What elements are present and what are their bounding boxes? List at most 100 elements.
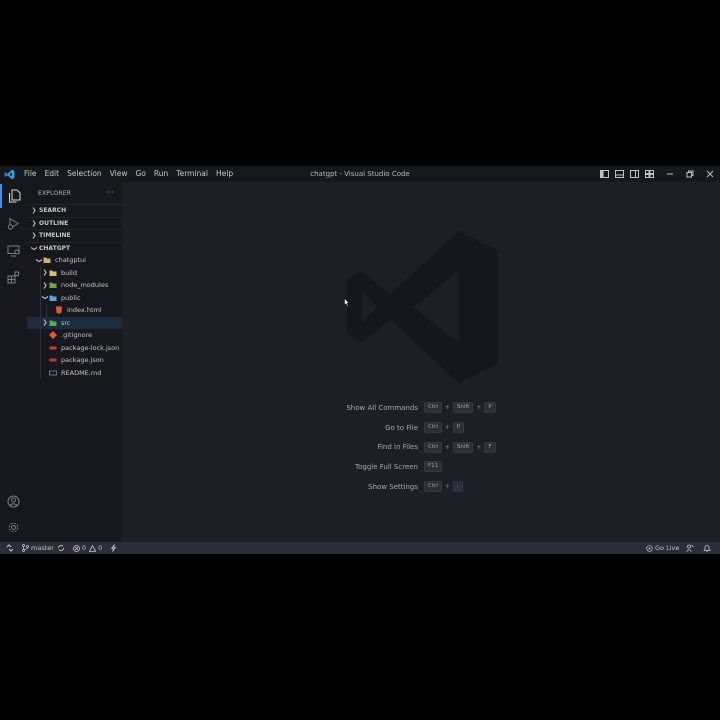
shortcut-label: Toggle Full Screen	[355, 462, 418, 471]
remote-indicator[interactable]	[0, 542, 20, 554]
git-branch[interactable]: master	[22, 542, 54, 554]
indent-guide	[40, 354, 41, 367]
shortcut-keys: Ctrl + P	[424, 422, 465, 434]
folder-public-icon	[49, 295, 57, 301]
key-cap: ,	[452, 481, 463, 493]
chevron-right-icon: ❯	[42, 281, 48, 289]
section-label: OUTLINE	[39, 219, 69, 227]
toggle-panel-icon[interactable]	[614, 169, 624, 179]
section-workspace[interactable]: ❯ CHATGPT	[27, 241, 122, 255]
tree-item-public[interactable]: ❯ public	[27, 291, 122, 304]
section-label: TIMELINE	[39, 232, 71, 240]
menu-edit[interactable]: Edit	[41, 166, 64, 182]
tree-item-gitignore[interactable]: .gitignore	[27, 329, 122, 342]
menu-help[interactable]: Help	[212, 166, 237, 182]
menu-selection[interactable]: Selection	[63, 166, 106, 182]
section-search[interactable]: ❯ SEARCH	[27, 204, 122, 217]
chevron-right-icon: ❯	[42, 269, 48, 277]
key-cap: P	[452, 422, 465, 434]
section-outline[interactable]: ❯ OUTLINE	[27, 216, 122, 230]
shortcut-show-settings: Show Settings Ctrl + ,	[122, 477, 720, 497]
npm-file-icon	[49, 346, 57, 350]
tree-item-label: package.json	[61, 356, 104, 365]
key-cap: Shift	[452, 441, 474, 453]
tree-item-label: package-lock.json	[61, 343, 120, 352]
window-controls	[660, 166, 720, 182]
warning-count: 0	[98, 544, 103, 552]
sync-button[interactable]	[57, 542, 65, 554]
file-tree: ❯ chatgptui ❯ build ❯ node_modules ❯ pub…	[27, 254, 122, 379]
tree-item-package-lock-json[interactable]: package-lock.json	[27, 341, 122, 354]
extensions-icon[interactable]	[0, 265, 27, 289]
restore-icon[interactable]	[680, 166, 700, 182]
go-live-label: Go Live	[655, 544, 680, 552]
menu-go[interactable]: Go	[131, 166, 149, 182]
shortcut-find-in-files: Find in Files Ctrl + Shift + F	[122, 437, 720, 457]
tree-item-package-json[interactable]: package.json	[27, 354, 122, 367]
tree-item-label: index.html	[67, 306, 102, 315]
shortcut-toggle-full-screen: Toggle Full Screen F11	[122, 457, 720, 477]
menu-file[interactable]: File	[20, 166, 41, 182]
shortcut-keys: Ctrl + ,	[424, 481, 463, 493]
problems-indicator[interactable]: 0 0	[73, 542, 102, 554]
broadcast-icon	[646, 544, 653, 552]
remote-explorer-icon[interactable]	[0, 239, 27, 263]
tree-item-node-modules[interactable]: ❯ node_modules	[27, 279, 122, 292]
minimize-icon[interactable]	[660, 166, 680, 182]
chevron-right-icon: ❯	[31, 219, 37, 227]
chevron-down-icon: ❯	[30, 245, 38, 251]
mouse-cursor-icon	[344, 298, 350, 307]
indent-guide	[40, 266, 41, 279]
indent-guide	[40, 279, 41, 292]
person-feedback-icon	[686, 544, 694, 552]
tree-item-build[interactable]: ❯ build	[27, 266, 122, 279]
sync-icon	[57, 545, 64, 551]
tree-item-index-html[interactable]: index.html	[27, 304, 122, 317]
indent-guide	[40, 316, 41, 329]
explorer-sidebar: EXPLORER ··· ❯ SEARCH ❯ OUTLINE ❯ TIMELI…	[27, 182, 122, 542]
chevron-right-icon: ❯	[42, 319, 48, 327]
shortcut-keys: F11	[424, 461, 443, 473]
remote-icon	[6, 544, 14, 552]
section-timeline[interactable]: ❯ TIMELINE	[27, 229, 122, 242]
layout-controls	[599, 169, 654, 179]
run-debug-icon[interactable]	[0, 211, 27, 235]
folder-icon	[49, 270, 57, 276]
live-share-button[interactable]	[110, 542, 117, 554]
markdown-file-icon	[49, 370, 57, 376]
menu-bar: File Edit Selection View Go Run Terminal…	[20, 166, 237, 182]
account-icon[interactable]	[0, 489, 27, 513]
key-cap: Ctrl	[424, 402, 442, 414]
toggle-primary-sidebar-icon[interactable]	[599, 169, 609, 179]
notifications-button[interactable]	[703, 542, 711, 554]
explorer-icon[interactable]	[0, 184, 27, 208]
tree-item-label: node_modules	[61, 281, 109, 290]
branch-name: master	[31, 544, 54, 552]
menu-view[interactable]: View	[106, 166, 132, 182]
editor-area[interactable]: Show All Commands Ctrl + Shift + P Go to…	[122, 182, 720, 542]
toggle-secondary-sidebar-icon[interactable]	[629, 169, 639, 179]
more-actions-icon[interactable]: ···	[106, 189, 114, 197]
customize-layout-icon[interactable]	[644, 169, 654, 179]
tree-item-chatgptui[interactable]: ❯ chatgptui	[27, 254, 122, 267]
explorer-header: EXPLORER ···	[27, 182, 122, 204]
tree-item-readme-md[interactable]: README.md	[27, 366, 122, 379]
accounts-feedback-button[interactable]	[686, 542, 694, 554]
key-cap: F	[484, 441, 496, 453]
menu-run[interactable]: Run	[150, 166, 172, 182]
key-cap: Ctrl	[424, 422, 442, 434]
go-live-button[interactable]: Go Live	[646, 542, 679, 554]
key-cap: Shift	[452, 402, 474, 414]
close-icon[interactable]	[700, 166, 720, 182]
tree-item-label: public	[61, 293, 81, 302]
error-count: 0	[81, 544, 87, 552]
manage-gear-icon[interactable]	[0, 515, 27, 539]
tree-item-src[interactable]: ❯ src	[27, 316, 122, 329]
indent-guide	[46, 304, 47, 317]
key-cap: F11	[424, 461, 443, 473]
folder-open-icon	[43, 257, 51, 264]
shortcut-keys: Ctrl + Shift + P	[424, 402, 496, 414]
vscode-logo-icon[interactable]	[4, 169, 15, 180]
chevron-down-icon: ❯	[41, 295, 49, 301]
menu-terminal[interactable]: Terminal	[172, 166, 212, 182]
